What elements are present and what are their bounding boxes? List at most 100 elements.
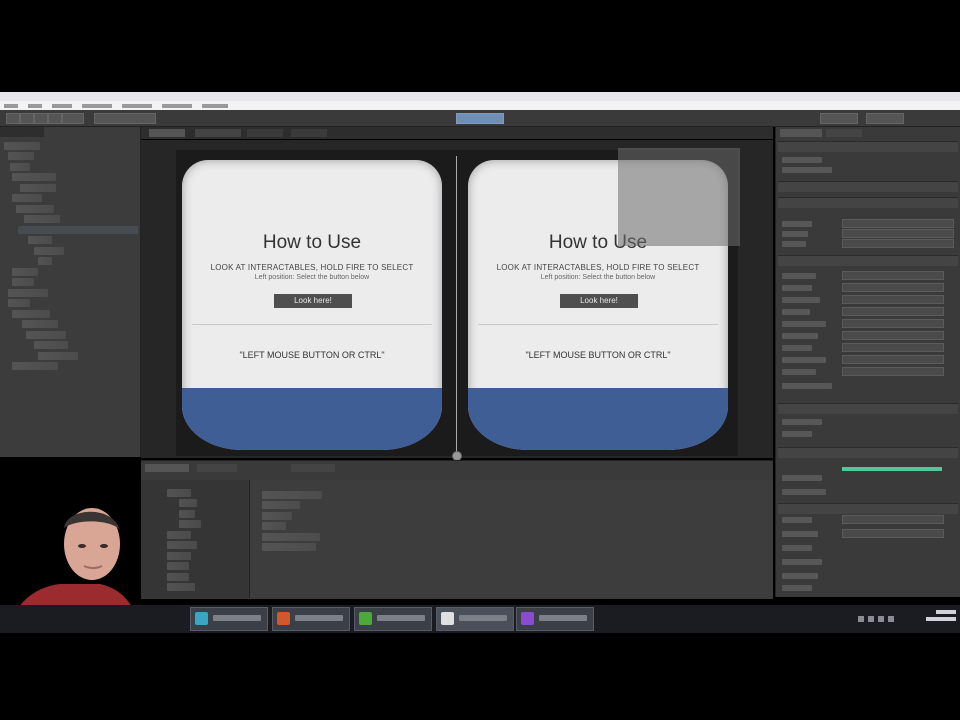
folder-item[interactable] xyxy=(167,530,191,539)
flag-icon[interactable] xyxy=(888,616,894,622)
folder-item[interactable] xyxy=(167,551,191,560)
property-field[interactable] xyxy=(842,319,944,328)
tree-item[interactable] xyxy=(20,183,56,192)
property-field[interactable] xyxy=(842,343,944,352)
tree-item[interactable] xyxy=(4,141,40,150)
taskbar-editor[interactable] xyxy=(354,607,432,631)
tray-arrow-icon[interactable] xyxy=(858,616,864,622)
file-item[interactable] xyxy=(262,543,316,551)
hierarchy-tab[interactable] xyxy=(0,127,44,137)
file-item[interactable] xyxy=(262,522,286,530)
menu-item[interactable] xyxy=(4,103,18,108)
folder-item[interactable] xyxy=(179,499,197,507)
folder-item[interactable] xyxy=(179,520,201,528)
layers-dropdown[interactable] xyxy=(820,113,858,124)
folder-item[interactable] xyxy=(167,488,191,497)
tree-item[interactable] xyxy=(12,173,56,181)
accent-slider-fill[interactable] xyxy=(842,467,942,471)
tab-services[interactable] xyxy=(826,129,862,137)
tree-item[interactable] xyxy=(38,351,78,360)
tree-item[interactable] xyxy=(24,215,60,223)
tree-item-selected[interactable] xyxy=(18,225,138,234)
tree-item[interactable] xyxy=(38,257,52,265)
tree-item[interactable] xyxy=(8,299,30,307)
tab-console[interactable] xyxy=(197,464,237,472)
taskbar-unity-hub[interactable] xyxy=(190,607,268,631)
property-label xyxy=(782,345,812,351)
menu-item[interactable] xyxy=(202,103,228,108)
file-item[interactable] xyxy=(262,511,292,520)
property-field[interactable] xyxy=(842,515,944,524)
look-here-button[interactable]: Look here! xyxy=(274,294,352,308)
property-field[interactable] xyxy=(842,331,944,340)
file-item[interactable] xyxy=(262,501,300,509)
pivot-toggle[interactable] xyxy=(94,113,156,124)
component-header[interactable] xyxy=(778,447,958,458)
taskbar-browser[interactable] xyxy=(272,607,350,631)
tree-item[interactable] xyxy=(12,362,58,370)
tab-scene[interactable] xyxy=(149,129,185,137)
property-field[interactable] xyxy=(842,355,944,364)
component-header[interactable] xyxy=(778,181,958,192)
tree-item[interactable] xyxy=(8,152,34,160)
folder-item[interactable] xyxy=(167,572,189,581)
component-header[interactable] xyxy=(778,141,958,152)
component-header[interactable] xyxy=(778,403,958,414)
property-field[interactable] xyxy=(842,307,944,316)
tree-item[interactable] xyxy=(34,341,68,349)
tree-item[interactable] xyxy=(22,320,58,328)
component-header[interactable] xyxy=(778,503,958,514)
tree-item[interactable] xyxy=(12,309,50,318)
hand-tool-button[interactable] xyxy=(6,113,20,124)
tab-inspector[interactable] xyxy=(780,129,822,137)
file-item[interactable] xyxy=(262,532,320,541)
property-label xyxy=(782,475,822,481)
component-header[interactable] xyxy=(778,197,958,208)
tree-item[interactable] xyxy=(26,330,66,339)
taskbar-visual-studio[interactable] xyxy=(516,607,594,631)
taskbar-clock[interactable] xyxy=(904,609,956,621)
tree-item[interactable] xyxy=(16,204,54,213)
tree-item[interactable] xyxy=(34,246,64,255)
property-field[interactable] xyxy=(842,219,954,228)
network-icon[interactable] xyxy=(868,616,874,622)
tree-item[interactable] xyxy=(8,288,48,297)
play-button[interactable] xyxy=(456,113,504,124)
property-field[interactable] xyxy=(842,239,954,248)
menu-item[interactable] xyxy=(28,103,42,108)
layout-dropdown[interactable] xyxy=(866,113,904,124)
tab-animation[interactable] xyxy=(291,464,335,472)
rotate-tool-button[interactable] xyxy=(34,113,48,124)
scale-tool-button[interactable] xyxy=(48,113,62,124)
tree-item[interactable] xyxy=(12,194,42,202)
tab-project[interactable] xyxy=(145,464,189,472)
folder-item[interactable] xyxy=(167,583,195,591)
tab-asset-store[interactable] xyxy=(247,129,283,137)
tree-item[interactable] xyxy=(12,267,38,276)
taskbar-unity-editor[interactable] xyxy=(436,607,514,631)
property-field[interactable] xyxy=(842,283,944,292)
folder-item[interactable] xyxy=(167,541,197,549)
menu-item[interactable] xyxy=(52,103,72,108)
folder-item[interactable] xyxy=(167,562,189,570)
property-field[interactable] xyxy=(842,229,954,238)
property-field[interactable] xyxy=(842,529,944,538)
property-field[interactable] xyxy=(842,295,944,304)
file-item[interactable] xyxy=(262,490,322,499)
tree-item[interactable] xyxy=(10,162,30,171)
menu-item[interactable] xyxy=(122,103,152,108)
tree-item[interactable] xyxy=(12,278,34,286)
tree-item[interactable] xyxy=(28,236,52,244)
move-tool-button[interactable] xyxy=(20,113,34,124)
folder-item[interactable] xyxy=(179,509,195,518)
tab-game[interactable] xyxy=(195,129,241,137)
property-field[interactable] xyxy=(842,367,944,376)
component-header[interactable] xyxy=(778,255,958,266)
menu-item[interactable] xyxy=(162,103,192,108)
look-here-button[interactable]: Look here! xyxy=(560,294,638,308)
menu-item[interactable] xyxy=(82,103,112,108)
rect-tool-button[interactable] xyxy=(62,113,84,124)
property-field[interactable] xyxy=(842,271,944,280)
volume-icon[interactable] xyxy=(878,616,884,622)
tab-animator[interactable] xyxy=(291,129,327,137)
